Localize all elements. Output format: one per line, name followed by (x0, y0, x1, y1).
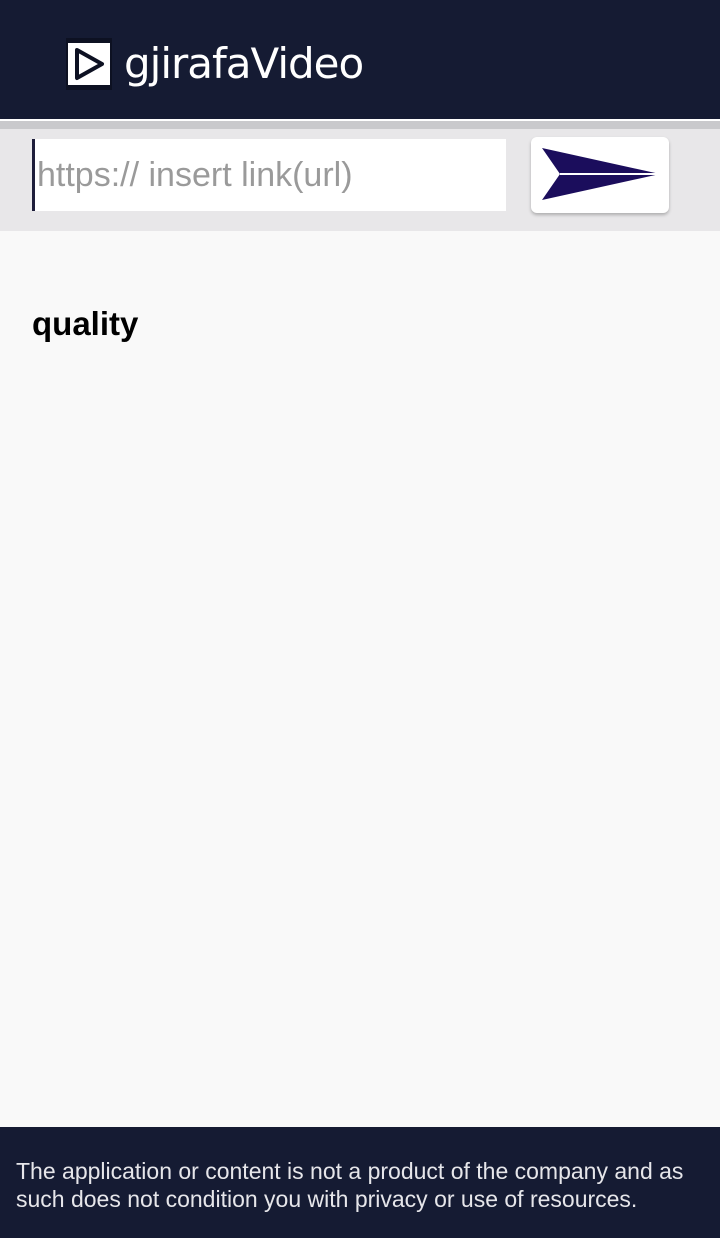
footer: The application or content is not a prod… (0, 1127, 720, 1238)
arrow-right-icon (538, 144, 662, 207)
header-divider (0, 119, 720, 129)
app-root: gjirafaVideo quality The application or … (0, 0, 720, 1238)
disclaimer-text: The application or content is not a prod… (16, 1158, 684, 1212)
play-icon (66, 38, 112, 90)
app-name: gjirafaVideo (124, 39, 364, 88)
main-content: quality (0, 231, 720, 1127)
url-input[interactable] (32, 139, 506, 211)
app-logo: gjirafaVideo (66, 36, 364, 92)
url-bar (0, 129, 720, 231)
app-header: gjirafaVideo (0, 0, 720, 119)
quality-label: quality (32, 305, 139, 342)
submit-url-button[interactable] (531, 137, 669, 213)
